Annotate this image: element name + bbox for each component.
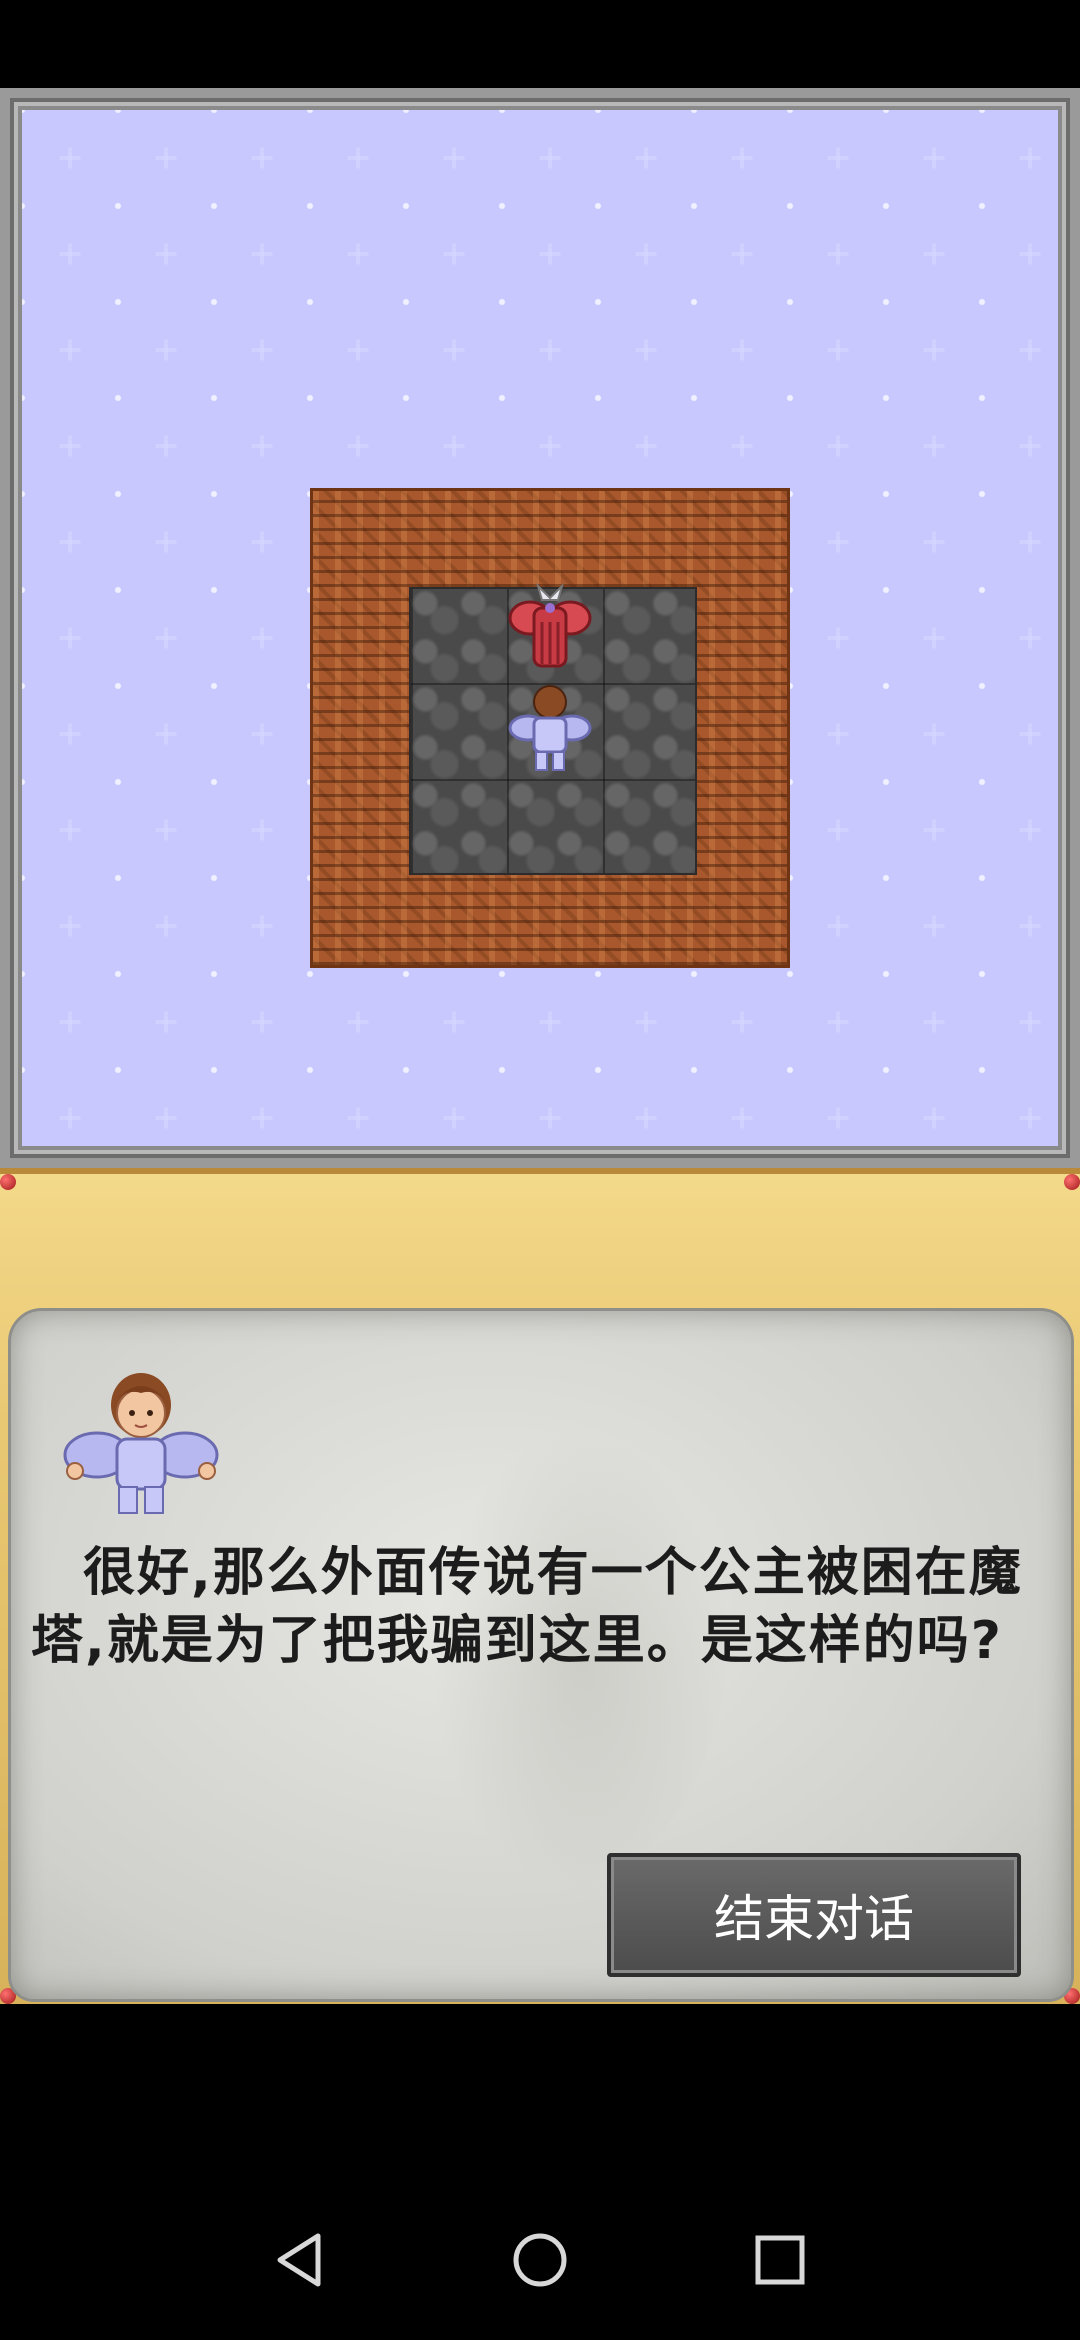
speaker-portrait (63, 1373, 219, 1514)
game-map[interactable] (0, 88, 1080, 1168)
android-nav-bar (0, 2180, 1080, 2340)
corner-gem-icon (0, 1174, 16, 1190)
dialog-scroll: 很好,那么外面传说有一个公主被困在魔塔,就是为了把我骗到这里。是这样的吗? 结束… (8, 1308, 1074, 2002)
dialog-panel: 很好,那么外面传说有一个公主被困在魔塔,就是为了把我骗到这里。是这样的吗? 结束… (0, 1168, 1080, 2004)
recent-apps-icon[interactable] (740, 2220, 820, 2300)
back-icon[interactable] (260, 2220, 340, 2300)
hero-sprite[interactable] (500, 678, 600, 778)
home-icon[interactable] (500, 2220, 580, 2300)
demon-king-sprite[interactable] (500, 578, 600, 678)
corner-gem-icon (1064, 1174, 1080, 1190)
end-dialog-button[interactable]: 结束对话 (607, 1853, 1021, 1977)
dialog-text: 很好,那么外面传说有一个公主被困在魔塔,就是为了把我骗到这里。是这样的吗? (31, 1543, 1023, 1671)
